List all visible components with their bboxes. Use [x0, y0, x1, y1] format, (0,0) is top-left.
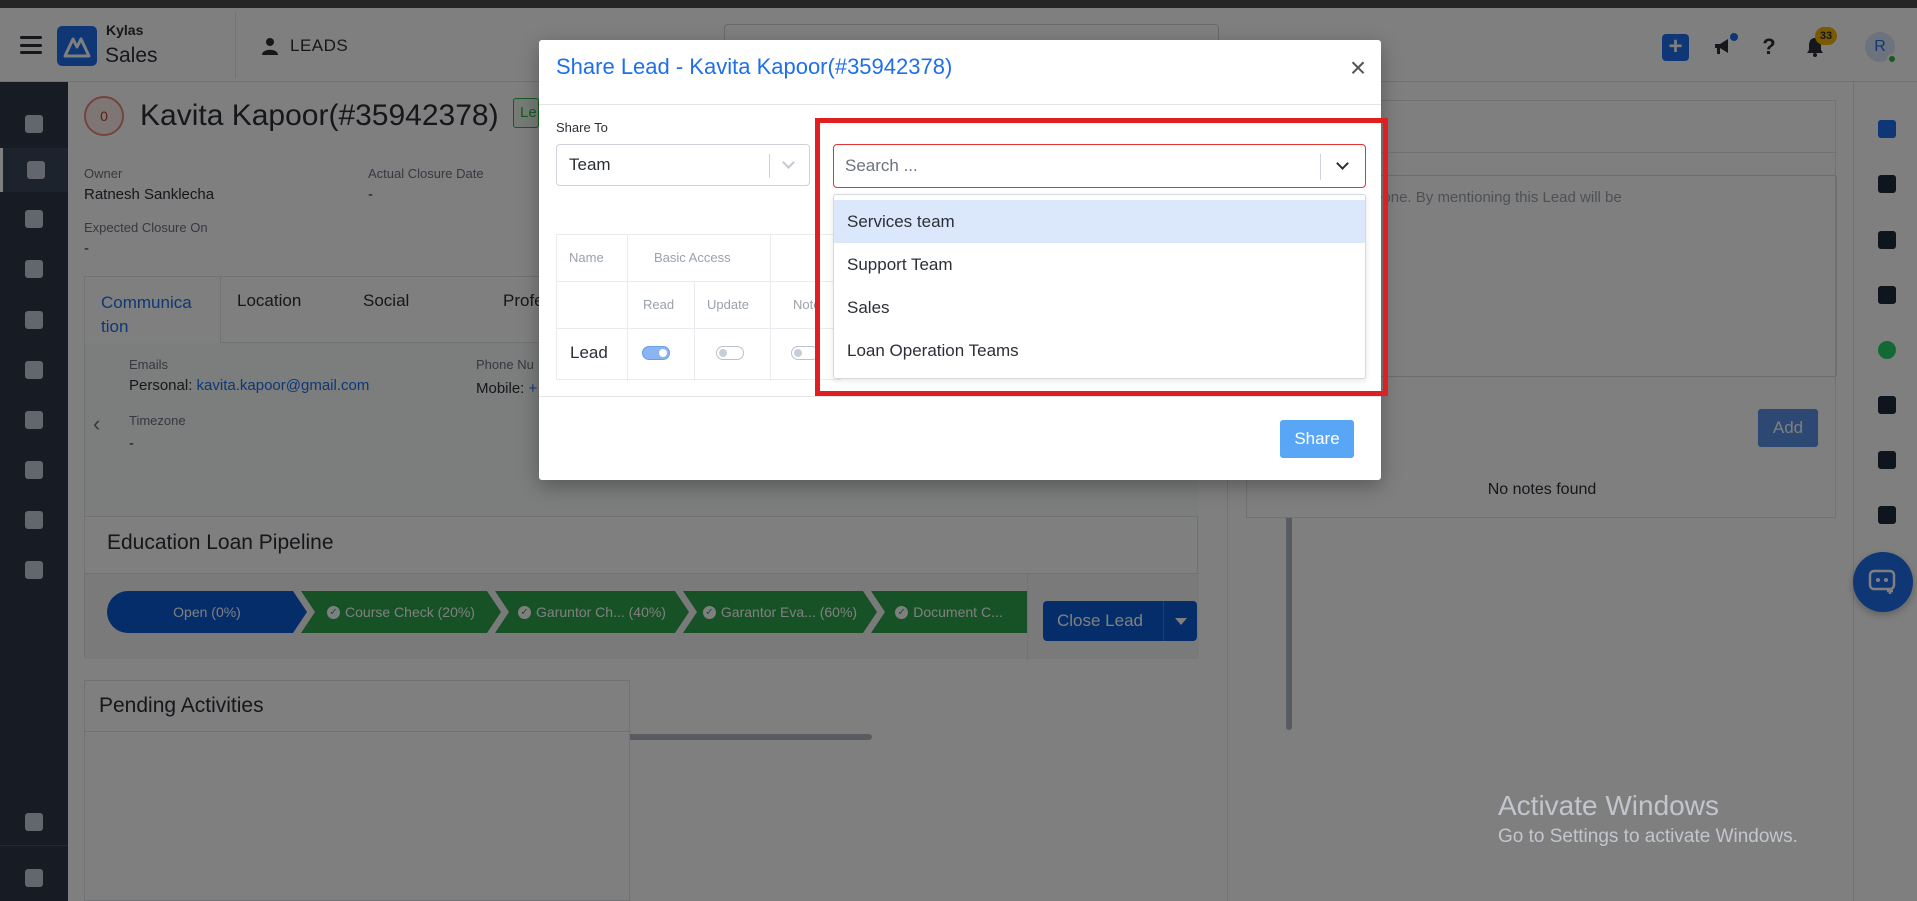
share-to-label: Share To — [556, 120, 608, 135]
share-button[interactable]: Share — [1280, 420, 1354, 458]
row-lead-label: Lead — [570, 343, 608, 362]
read-toggle[interactable] — [642, 346, 670, 360]
select-separator — [769, 154, 770, 178]
highlight-box — [815, 118, 1388, 396]
watermark-subtitle: Go to Settings to activate Windows. — [1498, 826, 1798, 847]
toggle-knob — [659, 349, 667, 357]
table-divider — [627, 235, 628, 381]
table-divider — [770, 235, 771, 381]
modal-title: Share Lead - Kavita Kapoor(#35942378) — [556, 54, 953, 79]
chevron-down-icon[interactable] — [782, 156, 795, 169]
col-update-header: Update — [707, 297, 749, 312]
col-name-header: Name — [569, 250, 604, 265]
update-toggle[interactable] — [716, 346, 744, 360]
share-to-select[interactable]: Team — [556, 144, 810, 186]
watermark-title: Activate Windows — [1498, 790, 1719, 821]
col-read-header: Read — [643, 297, 675, 312]
toggle-knob — [719, 349, 727, 357]
share-to-value: Team — [569, 155, 611, 174]
windows-activation-watermark: Activate Windows Go to Settings to activ… — [1498, 790, 1798, 848]
table-divider — [557, 328, 842, 329]
modal-footer-divider — [539, 396, 1381, 397]
toggle-knob — [794, 349, 802, 357]
close-icon[interactable]: × — [1345, 54, 1371, 82]
table-divider — [557, 281, 842, 282]
access-table: Name Basic Access Read Update Note Lead — [556, 234, 842, 381]
modal-header-divider — [539, 104, 1381, 105]
table-divider — [694, 281, 695, 381]
col-basic-access-header: Basic Access — [654, 250, 731, 265]
